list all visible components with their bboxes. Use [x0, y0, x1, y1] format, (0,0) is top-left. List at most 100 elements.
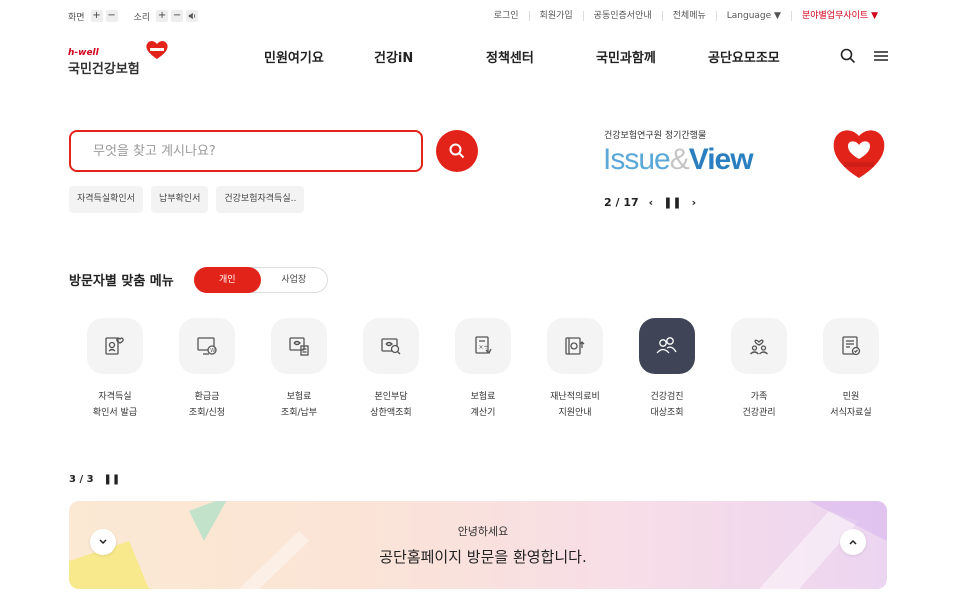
quick-menu-label: 보험료: [286, 392, 312, 402]
logo[interactable]: h-well 국민건강보험: [68, 38, 178, 77]
quick-tags: 자격득실확인서 납부확인서 건강보험자격득실..: [69, 186, 305, 213]
chevron-up-icon: [849, 539, 857, 545]
quick-menu-item[interactable]: 가족건강관리: [713, 318, 805, 421]
search-icon[interactable]: [840, 48, 856, 64]
signup-link[interactable]: 회원가입: [528, 11, 583, 21]
chevron-left-icon[interactable]: ‹: [649, 196, 654, 209]
search-card-icon: [381, 338, 401, 355]
svg-text:W: W: [210, 348, 215, 354]
volume-up-button[interactable]: +: [156, 10, 169, 22]
people-check-icon: [656, 337, 677, 354]
quick-menu-label: 자격득실: [98, 392, 132, 402]
chevron-down-icon: [99, 539, 107, 545]
nav-item-policy[interactable]: 정책센터: [486, 47, 596, 66]
family-icon: [750, 339, 768, 355]
welcome-banner[interactable]: [69, 501, 887, 589]
monitor-refund-icon: W: [197, 337, 217, 355]
logo-mark-icon: [146, 41, 168, 59]
zoom-out-button[interactable]: −: [105, 10, 118, 22]
banner-title: 공단홈페이지 방문을 환영합니다.: [379, 548, 587, 566]
quick-menu-label: 조회/납부: [280, 408, 318, 418]
quick-menu-item[interactable]: 본인부담상한액조회: [345, 318, 437, 421]
quick-menu-label: 대상조회: [650, 408, 684, 418]
pause-icon[interactable]: ❚❚: [104, 474, 121, 485]
svg-text:×÷: ×÷: [479, 344, 489, 351]
medical-support-icon: [565, 337, 585, 355]
quick-menu-label: 본인부담: [374, 392, 408, 402]
certificate-guide-link[interactable]: 공동인증서안내: [582, 11, 662, 21]
pause-icon[interactable]: ❚❚: [663, 196, 681, 209]
nav-item-health[interactable]: 건강iN: [374, 47, 486, 66]
visitor-menu-title: 방문자별 맞춤 메뉴: [69, 274, 174, 289]
zoom-in-button[interactable]: +: [90, 10, 103, 22]
hamburger-menu-icon[interactable]: [874, 50, 888, 62]
quick-tag[interactable]: 납부확인서: [150, 186, 209, 213]
login-link[interactable]: 로그인: [484, 11, 529, 21]
quick-menu-label: 지원안내: [558, 408, 592, 418]
heart-mask-icon: [833, 130, 885, 178]
banner-subtitle: 안녕하세요: [457, 525, 509, 538]
chevron-right-icon[interactable]: ›: [692, 196, 697, 209]
sound-label: 소리: [133, 12, 151, 23]
quick-menu-label: 환급금: [194, 392, 220, 402]
quick-menu-label: 가족: [750, 392, 768, 402]
nav-item-about[interactable]: 공단요모조모: [708, 47, 780, 66]
quick-menu-item[interactable]: 보험료조회/납부: [253, 318, 345, 421]
issue-page-indicator: 2 / 17: [604, 196, 639, 209]
banner-page-indicator: 3 / 3: [69, 474, 94, 485]
issue-title-word: Issue: [603, 143, 671, 176]
utility-links: 로그인 회원가입 공동인증서안내 전체메뉴 Language ▼ 분야별업무사이…: [484, 11, 888, 21]
document-icon: [842, 336, 861, 356]
quick-menu-item-active[interactable]: 건강검진대상조회: [621, 318, 713, 421]
volume-down-button[interactable]: −: [171, 10, 184, 22]
payment-icon: [289, 337, 309, 356]
header-icons: [840, 48, 888, 64]
toggle-personal[interactable]: 개인: [194, 267, 261, 293]
issue-title-amp: &: [669, 143, 690, 176]
visitor-toggle: 개인 사업장: [194, 267, 328, 293]
main-nav: 민원여기요 건강iN 정책센터 국민과함께 공단요모조모: [264, 47, 780, 66]
font-size-controls: 화면 + − 소리 + −: [68, 10, 199, 23]
screen-label: 화면: [68, 12, 85, 23]
quick-menu-label: 계산기: [470, 408, 496, 418]
quick-menu-item[interactable]: 재난적의료비지원안내: [529, 318, 621, 421]
utility-bar: 화면 + − 소리 + − 로그인 회원가입 공동인증서안내 전체메뉴 Lang…: [68, 8, 888, 24]
nav-item-together[interactable]: 국민과함께: [596, 47, 708, 66]
speaker-icon[interactable]: [186, 10, 199, 22]
search-icon: [449, 143, 465, 159]
logo-tagline: h-well: [68, 48, 99, 58]
banner-controls: 3 / 3 ❚❚: [69, 474, 120, 485]
search-button[interactable]: [436, 130, 478, 172]
quick-menu-item[interactable]: 민원 서식자료실: [805, 318, 897, 421]
quick-tag[interactable]: 자격득실확인서: [69, 186, 143, 213]
search-input[interactable]: [93, 143, 393, 159]
quick-tag[interactable]: 건강보험자격득실..: [216, 186, 305, 213]
issue-subtitle: 건강보험연구원 정기간행물: [604, 131, 707, 141]
quick-menu-item[interactable]: ×÷ 보험료계산기: [437, 318, 529, 421]
quick-menu-label: 건강검진: [650, 392, 684, 402]
issue-title[interactable]: Issue&View: [603, 143, 754, 177]
certificate-icon: [105, 337, 124, 355]
issue-title-word: View: [688, 143, 754, 176]
issue-slider-controls: 2 / 17 ‹ ❚❚ ›: [604, 196, 696, 209]
nav-item-civil[interactable]: 민원여기요: [264, 47, 374, 66]
quick-menu-item[interactable]: 자격득실확인서 발급: [69, 318, 161, 421]
quick-menu-label: 조회/신청: [188, 408, 226, 418]
language-dropdown[interactable]: Language ▼: [715, 11, 791, 21]
quick-menu-label: 확인서 발급: [92, 408, 138, 418]
business-sites-dropdown[interactable]: 분야별업무사이트 ▼: [790, 11, 888, 21]
quick-menu-label: 건강관리: [742, 408, 776, 418]
search-box: [69, 130, 423, 172]
quick-menu-item[interactable]: W 환급금조회/신청: [161, 318, 253, 421]
header: h-well 국민건강보험 민원여기요 건강iN 정책센터 국민과함께 공단요모…: [68, 36, 888, 77]
quick-menu: 자격득실확인서 발급 W 환급금조회/신청 보험료조회/납부 본인부담상한액조회…: [69, 318, 897, 421]
quick-menu-label: 보험료: [470, 392, 496, 402]
quick-menu-label: 상한액조회: [370, 408, 412, 418]
toggle-business[interactable]: 사업장: [261, 268, 328, 292]
logo-name: 국민건강보험: [68, 62, 140, 77]
banner-decoration: [69, 501, 887, 589]
quick-menu-label: 서식자료실: [830, 408, 872, 418]
calculator-icon: ×÷: [475, 336, 492, 355]
all-menu-link[interactable]: 전체메뉴: [661, 11, 716, 21]
quick-menu-label: 재난적의료비: [550, 392, 600, 402]
